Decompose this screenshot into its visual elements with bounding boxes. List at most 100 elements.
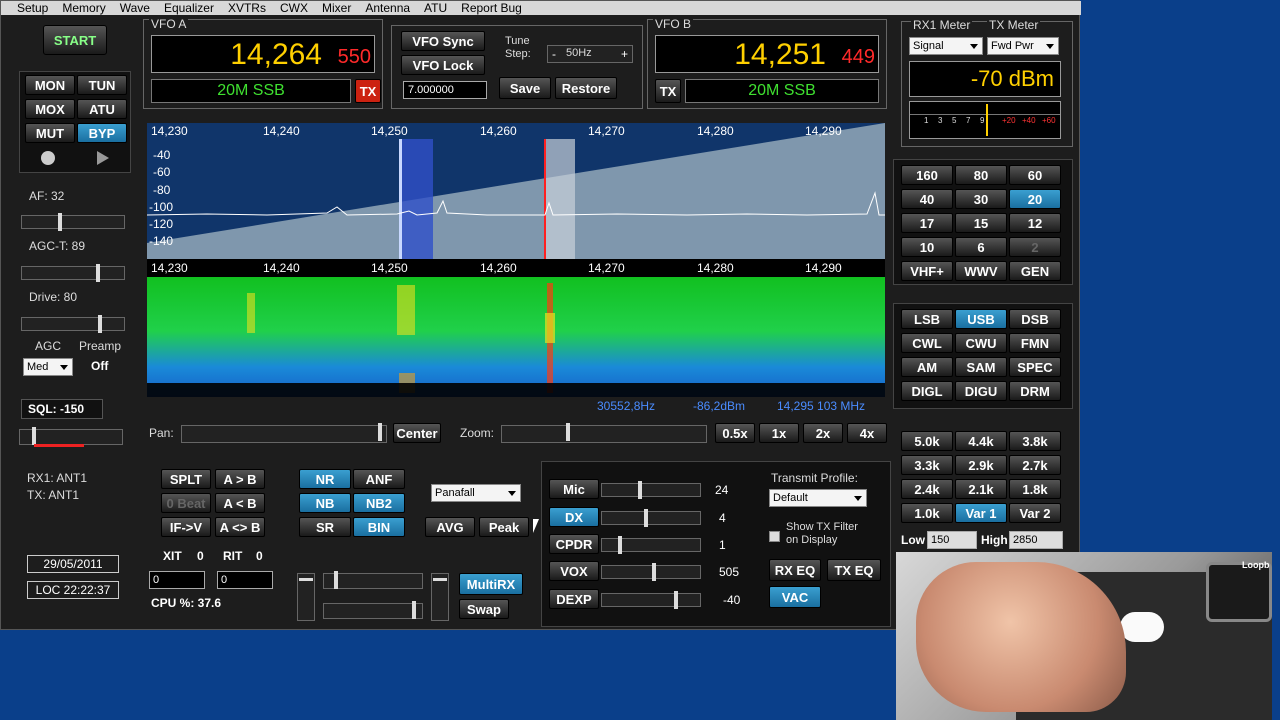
- zoom-2x-button[interactable]: 2x: [803, 423, 843, 443]
- mut-button[interactable]: MUT: [25, 123, 75, 143]
- drive-slider-knob[interactable]: [98, 315, 102, 333]
- band-2[interactable]: 2: [1009, 237, 1061, 257]
- zoom-1x-button[interactable]: 1x: [759, 423, 799, 443]
- b-to-a-button[interactable]: A < B: [215, 493, 265, 513]
- dexp-slider[interactable]: [601, 591, 701, 609]
- rx2-gain-slider[interactable]: [323, 601, 423, 619]
- preamp-value[interactable]: Off: [91, 359, 108, 373]
- band-80[interactable]: 80: [955, 165, 1007, 185]
- band-30[interactable]: 30: [955, 189, 1007, 209]
- dx-slider-knob[interactable]: [644, 509, 648, 527]
- af-slider[interactable]: [21, 213, 125, 231]
- filter-2-7k[interactable]: 2.7k: [1009, 455, 1061, 475]
- drive-slider[interactable]: [21, 315, 125, 333]
- avg-button[interactable]: AVG: [425, 517, 475, 537]
- filter-1-8k[interactable]: 1.8k: [1009, 479, 1061, 499]
- low-input[interactable]: 150: [927, 531, 977, 549]
- mode-sam[interactable]: SAM: [955, 357, 1007, 377]
- zoom-4x-button[interactable]: 4x: [847, 423, 887, 443]
- vox-slider[interactable]: [601, 563, 701, 581]
- dexp-button[interactable]: DEXP: [549, 589, 599, 609]
- band-60[interactable]: 60: [1009, 165, 1061, 185]
- vox-slider-knob[interactable]: [652, 563, 656, 581]
- agct-slider[interactable]: [21, 264, 125, 282]
- filter-4-4k[interactable]: 4.4k: [955, 431, 1007, 451]
- band-6[interactable]: 6: [955, 237, 1007, 257]
- mon-button[interactable]: MON: [25, 75, 75, 95]
- if-to-v-button[interactable]: IF->V: [161, 517, 211, 537]
- rx-eq-button[interactable]: RX EQ: [769, 559, 821, 581]
- dexp-slider-knob[interactable]: [674, 591, 678, 609]
- menu-equalizer[interactable]: Equalizer: [164, 1, 214, 15]
- vfo-a-display[interactable]: 14,264 550: [151, 35, 375, 73]
- zoom-slider[interactable]: [501, 423, 707, 443]
- menu-report-bug[interactable]: Report Bug: [461, 1, 522, 15]
- split-button[interactable]: SPLT: [161, 469, 211, 489]
- band-wwv[interactable]: WWV: [955, 261, 1007, 281]
- mode-fmn[interactable]: FMN: [1009, 333, 1061, 353]
- tune-step-minus[interactable]: -: [552, 47, 556, 61]
- mox-button[interactable]: MOX: [25, 99, 75, 119]
- mode-digu[interactable]: DIGU: [955, 381, 1007, 401]
- xit-label[interactable]: XIT: [163, 549, 182, 563]
- show-tx-filter-checkbox[interactable]: [769, 531, 780, 542]
- mode-cwl[interactable]: CWL: [901, 333, 953, 353]
- rx2-volume-slider[interactable]: [431, 573, 449, 621]
- rx1-gain-knob[interactable]: [334, 571, 338, 589]
- menu-mixer[interactable]: Mixer: [322, 1, 351, 15]
- tun-button[interactable]: TUN: [77, 75, 127, 95]
- mode-lsb[interactable]: LSB: [901, 309, 953, 329]
- band-10[interactable]: 10: [901, 237, 953, 257]
- atu-button[interactable]: ATU: [77, 99, 127, 119]
- zoom-0-5x-button[interactable]: 0.5x: [715, 423, 755, 443]
- mic-slider[interactable]: [601, 481, 701, 499]
- cpdr-slider[interactable]: [601, 536, 701, 554]
- start-button[interactable]: START: [43, 25, 107, 55]
- save-button[interactable]: Save: [499, 77, 551, 99]
- nb2-button[interactable]: NB2: [353, 493, 405, 513]
- center-button[interactable]: Center: [393, 423, 441, 443]
- vfo-lock-button[interactable]: VFO Lock: [401, 55, 485, 75]
- record-icon[interactable]: [41, 151, 55, 165]
- cpdr-button[interactable]: CPDR: [549, 534, 599, 554]
- multirx-button[interactable]: MultiRX: [459, 573, 523, 595]
- menu-antenna[interactable]: Antenna: [365, 1, 410, 15]
- vfo-sync-button[interactable]: VFO Sync: [401, 31, 485, 51]
- band-160[interactable]: 160: [901, 165, 953, 185]
- zoom-slider-knob[interactable]: [566, 423, 570, 441]
- mode-usb[interactable]: USB: [955, 309, 1007, 329]
- vac-button[interactable]: VAC: [769, 586, 821, 608]
- filter-2-9k[interactable]: 2.9k: [955, 455, 1007, 475]
- mode-digl[interactable]: DIGL: [901, 381, 953, 401]
- sql-slider[interactable]: [19, 427, 123, 447]
- tx-eq-button[interactable]: TX EQ: [827, 559, 881, 581]
- menu-memory[interactable]: Memory: [62, 1, 105, 15]
- display-mode-select[interactable]: Panafall: [431, 484, 521, 502]
- band-17[interactable]: 17: [901, 213, 953, 233]
- filter-5-0k[interactable]: 5.0k: [901, 431, 953, 451]
- a-swap-b-button[interactable]: A <> B: [215, 517, 265, 537]
- mic-button[interactable]: Mic: [549, 479, 599, 499]
- swap-button[interactable]: Swap: [459, 599, 509, 619]
- rx-volume-slider[interactable]: [297, 573, 315, 621]
- rx2-gain-knob[interactable]: [412, 601, 416, 619]
- vfo-b-display[interactable]: 14,251 449: [655, 35, 879, 73]
- dx-slider[interactable]: [601, 509, 701, 527]
- rit-label[interactable]: RIT: [223, 549, 242, 563]
- menu-setup[interactable]: Setup: [17, 1, 48, 15]
- filter-var1[interactable]: Var 1: [955, 503, 1007, 523]
- agct-slider-knob[interactable]: [96, 264, 100, 282]
- filter-3-8k[interactable]: 3.8k: [1009, 431, 1061, 451]
- rx2-volume-knob[interactable]: [433, 578, 447, 581]
- filter-2-4k[interactable]: 2.4k: [901, 479, 953, 499]
- high-input[interactable]: 2850: [1009, 531, 1063, 549]
- xit-input[interactable]: 0: [149, 571, 205, 589]
- pan-slider-knob[interactable]: [378, 423, 382, 441]
- tune-step-plus[interactable]: +: [621, 47, 628, 61]
- byp-button[interactable]: BYP: [77, 123, 127, 143]
- bin-button[interactable]: BIN: [353, 517, 405, 537]
- restore-button[interactable]: Restore: [555, 77, 617, 99]
- menu-cwx[interactable]: CWX: [280, 1, 308, 15]
- band-40[interactable]: 40: [901, 189, 953, 209]
- vox-button[interactable]: VOX: [549, 561, 599, 581]
